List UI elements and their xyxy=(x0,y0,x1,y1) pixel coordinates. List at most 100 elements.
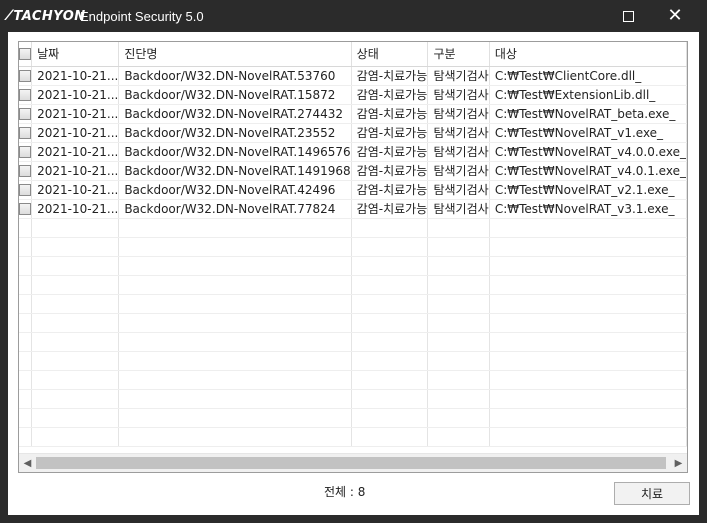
empty-cell xyxy=(118,313,352,333)
column-header-diagnosis[interactable]: 진단명 xyxy=(118,42,352,67)
row-diagnosis: Backdoor/W32.DN-NovelRAT.77824 xyxy=(118,199,352,219)
row-diagnosis: Backdoor/W32.DN-NovelRAT.1491968 xyxy=(118,161,352,181)
empty-row xyxy=(19,256,687,276)
scroll-left-icon[interactable]: ◀ xyxy=(19,454,36,472)
empty-cell xyxy=(351,427,429,447)
row-diagnosis: Backdoor/W32.DN-NovelRAT.42496 xyxy=(118,180,352,200)
table-row[interactable]: 2021-10-21... Backdoor/W32.DN-NovelRAT.77… xyxy=(19,199,687,219)
maximize-button[interactable] xyxy=(605,0,651,32)
row-date: 2021-10-21... xyxy=(31,104,120,124)
row-checkbox[interactable] xyxy=(19,85,33,105)
row-date: 2021-10-21... xyxy=(31,180,120,200)
empty-cell xyxy=(31,313,120,333)
table-row[interactable]: 2021-10-21... Backdoor/W32.DN-NovelRAT.42… xyxy=(19,180,687,200)
cure-button[interactable]: 치료 xyxy=(614,482,690,505)
logo-mark-icon: ⁄ xyxy=(8,8,11,24)
column-header-target[interactable]: 대상 xyxy=(489,42,687,67)
empty-cell xyxy=(427,275,490,295)
row-date: 2021-10-21... xyxy=(31,142,120,162)
empty-cell xyxy=(427,218,490,238)
table-row[interactable]: 2021-10-21... Backdoor/W32.DN-NovelRAT.23… xyxy=(19,123,687,143)
empty-cell xyxy=(19,332,33,352)
select-all-checkbox[interactable] xyxy=(19,42,33,67)
close-button[interactable]: ✕ xyxy=(652,0,698,32)
empty-cell xyxy=(351,389,429,409)
empty-cell xyxy=(489,332,687,352)
empty-cell xyxy=(19,237,33,257)
empty-cell xyxy=(489,218,687,238)
row-target: C:₩Test₩NovelRAT_v2.1.exe_ xyxy=(489,180,687,200)
table-row[interactable]: 2021-10-21... Backdoor/W32.DN-NovelRAT.14… xyxy=(19,161,687,181)
row-status: 감염-치료가능 xyxy=(351,142,429,162)
empty-cell xyxy=(489,237,687,257)
empty-cell xyxy=(427,313,490,333)
empty-row xyxy=(19,313,687,333)
row-diagnosis: Backdoor/W32.DN-NovelRAT.23552 xyxy=(118,123,352,143)
empty-row xyxy=(19,218,687,238)
row-diagnosis: Backdoor/W32.DN-NovelRAT.274432 xyxy=(118,104,352,124)
empty-cell xyxy=(19,427,33,447)
empty-row xyxy=(19,427,687,447)
logo-text: TACHYON xyxy=(13,8,86,24)
empty-cell xyxy=(351,237,429,257)
empty-cell xyxy=(489,294,687,314)
empty-row xyxy=(19,408,687,428)
close-icon: ✕ xyxy=(667,5,683,26)
column-header-status[interactable]: 상태 xyxy=(351,42,429,67)
row-target: C:₩Test₩NovelRAT_v1.exe_ xyxy=(489,123,687,143)
row-diagnosis: Backdoor/W32.DN-NovelRAT.53760 xyxy=(118,66,352,86)
app-window: ⁄ TACHYON Endpoint Security 5.0 ✕ 날짜 진단명… xyxy=(0,0,707,523)
empty-cell xyxy=(19,389,33,409)
empty-cell xyxy=(19,313,33,333)
row-checkbox[interactable] xyxy=(19,161,33,181)
empty-cell xyxy=(31,218,120,238)
row-checkbox[interactable] xyxy=(19,142,33,162)
empty-cell xyxy=(118,408,352,428)
empty-cell xyxy=(118,218,352,238)
row-checkbox[interactable] xyxy=(19,199,33,219)
empty-cell xyxy=(489,313,687,333)
scrollbar-thumb[interactable] xyxy=(36,457,666,469)
table-row[interactable]: 2021-10-21... Backdoor/W32.DN-NovelRAT.53… xyxy=(19,66,687,86)
scroll-right-icon[interactable]: ▶ xyxy=(670,454,687,472)
empty-cell xyxy=(351,313,429,333)
table-row[interactable]: 2021-10-21... Backdoor/W32.DN-NovelRAT.14… xyxy=(19,142,687,162)
row-diagnosis: Backdoor/W32.DN-NovelRAT.1496576 xyxy=(118,142,352,162)
row-target: C:₩Test₩NovelRAT_v4.0.0.exe_ xyxy=(489,142,687,162)
empty-cell xyxy=(31,427,120,447)
row-checkbox[interactable] xyxy=(19,104,33,124)
row-date: 2021-10-21... xyxy=(31,123,120,143)
empty-cell xyxy=(427,389,490,409)
empty-cell xyxy=(19,294,33,314)
empty-cell xyxy=(19,370,33,390)
empty-cell xyxy=(351,294,429,314)
empty-cell xyxy=(118,370,352,390)
row-checkbox[interactable] xyxy=(19,180,33,200)
empty-cell xyxy=(351,408,429,428)
tachyon-logo: ⁄ TACHYON xyxy=(8,8,86,24)
empty-cell xyxy=(31,332,120,352)
column-header-category[interactable]: 구분 xyxy=(427,42,490,67)
empty-cell xyxy=(118,237,352,257)
empty-cell xyxy=(31,256,120,276)
table-row[interactable]: 2021-10-21... Backdoor/W32.DN-NovelRAT.27… xyxy=(19,104,687,124)
column-header-date[interactable]: 날짜 xyxy=(31,42,120,67)
row-checkbox[interactable] xyxy=(19,66,33,86)
empty-cell xyxy=(351,256,429,276)
empty-cell xyxy=(19,408,33,428)
empty-row xyxy=(19,370,687,390)
row-checkbox[interactable] xyxy=(19,123,33,143)
empty-cell xyxy=(489,275,687,295)
row-status: 감염-치료가능 xyxy=(351,199,429,219)
empty-cell xyxy=(118,256,352,276)
empty-cell xyxy=(19,351,33,371)
empty-row xyxy=(19,389,687,409)
empty-row xyxy=(19,275,687,295)
empty-row xyxy=(19,294,687,314)
row-category: 탐색기검사 xyxy=(427,104,490,124)
table-row[interactable]: 2021-10-21... Backdoor/W32.DN-NovelRAT.15… xyxy=(19,85,687,105)
row-status: 감염-치료가능 xyxy=(351,180,429,200)
horizontal-scrollbar[interactable]: ◀ ▶ xyxy=(19,453,687,472)
row-status: 감염-치료가능 xyxy=(351,66,429,86)
client-area: 날짜 진단명 상태 구분 대상 2021-10-21... Backdoor/W3… xyxy=(8,32,699,515)
